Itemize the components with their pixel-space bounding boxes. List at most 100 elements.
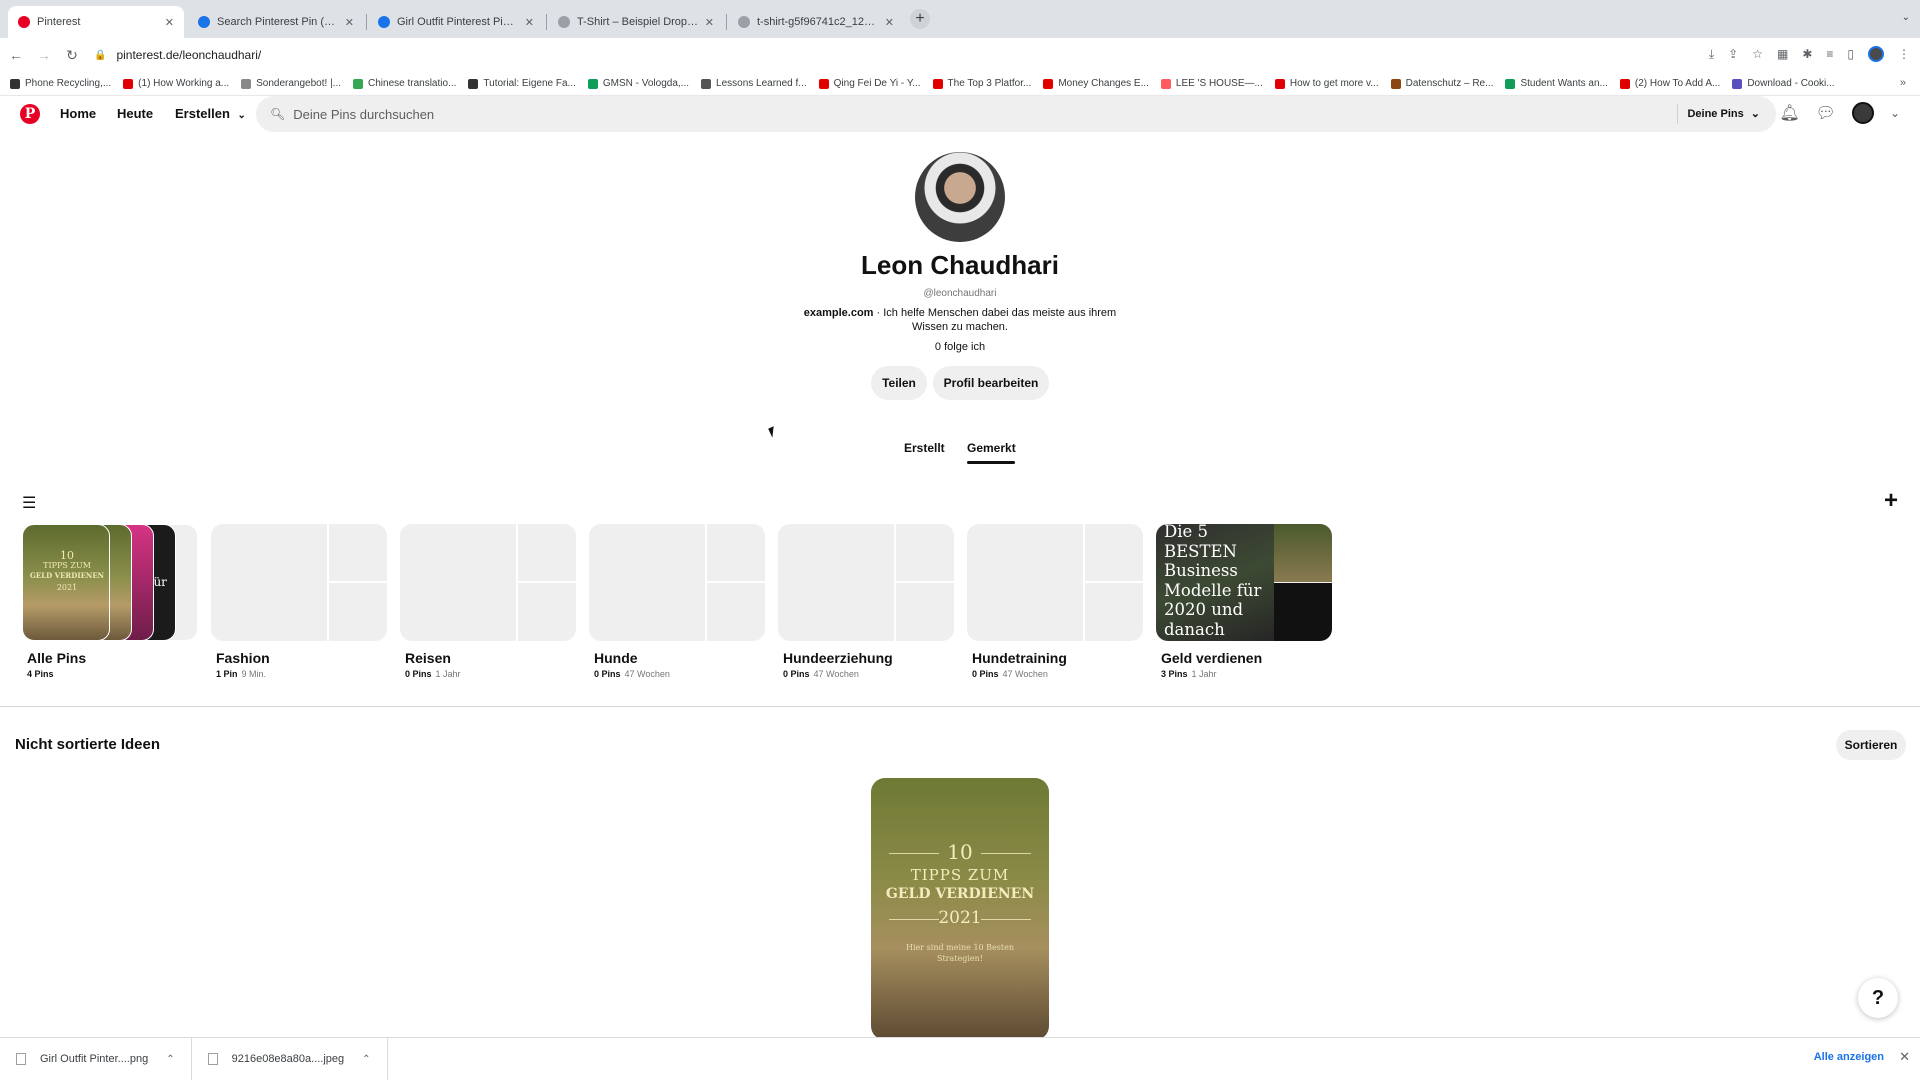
edit-profile-button[interactable]: Profil bearbeiten (933, 366, 1049, 400)
bookmark-item[interactable]: GMSN - Vologda,... (587, 78, 690, 89)
board-age: 9 Min. (241, 669, 267, 679)
stack-pin-1-line: TIPPS ZUM (43, 561, 91, 570)
share-icon[interactable]: ⇪ (1728, 47, 1738, 61)
board-hunde[interactable]: Hunde 0 Pins 47 Wochen (589, 524, 765, 679)
search-input[interactable]: Deine Pins durchsuchen (293, 107, 434, 122)
pin-number: 10 (947, 840, 973, 864)
nav-create[interactable]: Erstellen ⌄ (175, 106, 246, 121)
back-arrow-icon[interactable]: ← (4, 43, 28, 67)
bookmark-item[interactable]: Tutorial: Eigene Fa... (468, 78, 576, 89)
close-tab-icon[interactable]: ✕ (165, 16, 174, 29)
close-tab-icon[interactable]: ✕ (885, 16, 894, 29)
messages-icon[interactable]: 💬︎ (1816, 103, 1836, 123)
share-button[interactable]: Teilen (871, 366, 927, 400)
board-pin-count: 0 Pins (783, 669, 810, 679)
board-fashion[interactable]: Fashion 1 Pin 9 Min. (211, 524, 387, 679)
tab-saved[interactable]: Gemerkt (967, 441, 1016, 455)
board-all-pins[interactable]: für 10 TIPPS ZUM GELD VERDIENEN 2021 All… (22, 524, 198, 679)
puzzle-icon[interactable]: ✱ (1802, 47, 1812, 61)
browser-tab-girl-outfit[interactable]: Girl Outfit Pinterest Pin (1000 × ✕ (368, 6, 544, 38)
notifications-bell-icon[interactable]: 🔔︎ (1779, 103, 1799, 123)
bookmark-favicon-icon (932, 78, 943, 89)
bookmark-item[interactable]: How to get more v... (1274, 78, 1379, 89)
browser-tab-pinterest[interactable]: Pinterest ✕ (8, 6, 184, 38)
profile-avatar-button[interactable] (1851, 102, 1874, 124)
bookmark-item[interactable]: Qing Fei De Yi - Y... (818, 78, 921, 89)
bookmarks-overflow-icon[interactable]: » (1900, 77, 1906, 89)
browser-tab-search-pin[interactable]: Search Pinterest Pin (1000 × 15 ✕ (188, 6, 364, 38)
search-scope-label: Deine Pins (1687, 108, 1744, 120)
download-item[interactable]: 9216e08e8a80a....jpeg ⌃ (192, 1037, 388, 1080)
bookmark-item[interactable]: Chinese translatio... (353, 78, 456, 89)
chevron-up-icon[interactable]: ⌃ (166, 1054, 174, 1065)
pin-deco-line (889, 919, 939, 920)
browser-tab-tshirt-jpg[interactable]: t-shirt-g5f96741c2_1280.jpg ( ✕ (728, 6, 904, 38)
chrome-profile-avatar[interactable] (1868, 46, 1884, 62)
bookmark-item[interactable]: Sonderangebot! |... (241, 78, 341, 89)
nav-home[interactable]: Home (60, 106, 96, 121)
help-button[interactable]: ? (1858, 978, 1898, 1018)
bookmark-item[interactable]: Student Wants an... (1505, 78, 1608, 89)
bookmark-item[interactable]: The Top 3 Platfor... (932, 78, 1031, 89)
cover-divider (516, 581, 576, 583)
bookmark-item[interactable]: Download - Cooki... (1732, 78, 1835, 89)
board-reisen[interactable]: Reisen 0 Pins 1 Jahr (400, 524, 576, 679)
chrome-menu-icon[interactable]: ⋮ (1898, 47, 1910, 61)
following-count[interactable]: 0 folge ich (0, 341, 1920, 353)
address-bar[interactable]: 🔒 pinterest.de/leonchaudhari/ (86, 43, 1676, 67)
account-chevron-down-icon[interactable]: ⌄ (1890, 106, 1900, 120)
board-geld-verdienen[interactable]: Die 5 BESTEN Business Modelle für 2020 u… (1156, 524, 1332, 679)
board-age: 1 Jahr (435, 669, 461, 679)
globe-favicon-icon (558, 16, 570, 28)
search-scope-dropdown[interactable]: Deine Pins ⌄ (1687, 107, 1760, 120)
browser-tab-tshirt[interactable]: T-Shirt – Beispiel Dropshipping ✕ (548, 6, 724, 38)
tab-created[interactable]: Erstellt (904, 441, 945, 455)
bookmark-label: GMSN - Vologda,... (602, 78, 690, 89)
board-meta: 0 Pins 1 Jahr (400, 669, 576, 679)
nav-today[interactable]: Heute (117, 106, 153, 121)
show-all-downloads-button[interactable]: Alle anzeigen (1814, 1051, 1884, 1063)
bookmark-label: Tutorial: Eigene Fa... (483, 78, 576, 89)
sort-button[interactable]: Sortieren (1836, 730, 1906, 760)
bookmark-item[interactable]: Phone Recycling,... (10, 78, 111, 89)
bookmark-item[interactable]: (2) How To Add A... (1619, 78, 1721, 89)
download-item[interactable]: Girl Outfit Pinter....png ⌃ (0, 1037, 192, 1080)
reading-list-icon[interactable]: ≡ (1826, 47, 1833, 61)
board-hundetraining[interactable]: Hundetraining 0 Pins 47 Wochen (967, 524, 1143, 679)
unsorted-pin[interactable]: 10 TIPPS ZUM GELD VERDIENEN 2021 Hier si… (871, 778, 1049, 1040)
board-pin-count: 1 Pin (216, 669, 238, 679)
board-cover-empty (967, 524, 1143, 641)
board-title: Hunde (594, 650, 638, 666)
bookmark-item[interactable]: Datenschutz – Re... (1390, 78, 1493, 89)
bookmark-label: Sonderangebot! |... (256, 78, 342, 89)
forward-arrow-icon[interactable]: → (32, 43, 56, 67)
tab-search-chevron-icon[interactable]: ⌄ (1902, 12, 1910, 23)
pinterest-logo-icon[interactable]: P (20, 104, 40, 124)
profile-website-link[interactable]: example.com (804, 307, 874, 319)
new-tab-button[interactable]: + (910, 9, 930, 29)
bookmark-item[interactable]: LEE 'S HOUSE—... (1160, 78, 1263, 89)
close-tab-icon[interactable]: ✕ (525, 16, 534, 29)
close-icon[interactable]: ✕ (1899, 1049, 1910, 1065)
bookmark-item[interactable]: (1) How Working a... (123, 78, 229, 89)
board-pin-count: 3 Pins (1161, 669, 1188, 679)
extension-icon[interactable]: ▦ (1777, 47, 1788, 61)
cover-divider (894, 581, 954, 583)
close-tab-icon[interactable]: ✕ (705, 16, 714, 29)
bookmark-item[interactable]: Money Changes E... (1043, 78, 1149, 89)
board-hundeerziehung[interactable]: Hundeerziehung 0 Pins 47 Wochen (778, 524, 954, 679)
reload-icon[interactable]: ↻ (60, 43, 84, 67)
install-app-icon[interactable]: ⤓ (1709, 47, 1714, 62)
filter-sliders-icon[interactable]: ☰ (22, 493, 36, 513)
create-plus-icon[interactable]: + (1884, 487, 1898, 515)
browser-toolbar: ← → ↻ 🔒 pinterest.de/leonchaudhari/ ⤓ ⇪ … (0, 38, 1920, 72)
cover-main-pin: Die 5 BESTEN Business Modelle für 2020 u… (1156, 524, 1274, 641)
side-panel-icon[interactable]: ▯ (1847, 47, 1854, 61)
bookmark-item[interactable]: Lessons Learned f... (701, 78, 807, 89)
board-meta: 0 Pins 47 Wochen (589, 669, 765, 679)
search-bar[interactable]: 🔍︎ Deine Pins durchsuchen Deine Pins ⌄ (256, 96, 1776, 132)
close-tab-icon[interactable]: ✕ (345, 16, 354, 29)
chevron-up-icon[interactable]: ⌃ (362, 1054, 370, 1065)
bookmark-star-icon[interactable]: ☆ (1752, 47, 1763, 61)
bookmark-label: (2) How To Add A... (1634, 78, 1721, 89)
